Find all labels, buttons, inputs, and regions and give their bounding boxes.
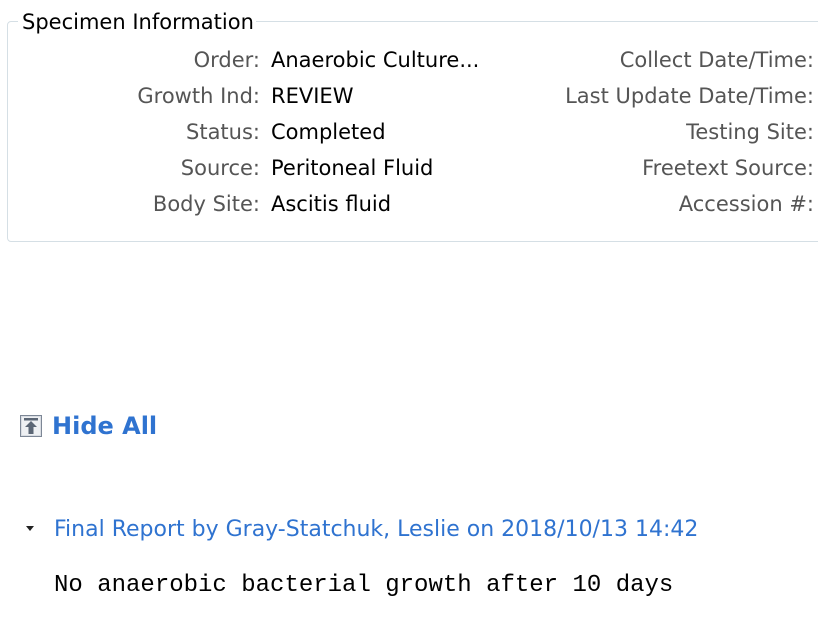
body-site-value: Ascitis fluid <box>271 192 392 216</box>
final-report-title[interactable]: Final Report by Gray-Statchuk, Leslie on… <box>54 516 698 544</box>
final-report-header[interactable]: Final Report by Gray-Statchuk, Leslie on… <box>24 516 698 544</box>
source-label: Source: <box>180 156 260 180</box>
page: Specimen Information Order: Anaerobic Cu… <box>0 0 818 634</box>
report-body-text: No anaerobic bacterial growth after 10 d… <box>54 572 674 599</box>
growth-ind-value: REVIEW <box>271 84 354 108</box>
last-update-date-time-label: Last Update Date/Time: <box>565 84 814 108</box>
specimen-info-title: Specimen Information <box>18 9 256 35</box>
source-value: Peritoneal Fluid <box>271 156 434 180</box>
hide-all-button[interactable]: Hide All <box>20 412 157 440</box>
collapse-up-arrow-icon <box>20 415 42 437</box>
order-value: Anaerobic Culture... <box>271 48 480 72</box>
order-label: Order: <box>193 48 260 72</box>
status-value: Completed <box>271 120 386 144</box>
body-site-label: Body Site: <box>152 192 260 216</box>
accession-number-label: Accession #: <box>678 192 814 216</box>
testing-site-label: Testing Site: <box>686 120 814 144</box>
collect-date-time-label: Collect Date/Time: <box>619 48 814 72</box>
triangle-down-icon[interactable] <box>24 520 36 532</box>
freetext-source-label: Freetext Source: <box>642 156 814 180</box>
hide-all-label: Hide All <box>52 412 158 440</box>
growth-ind-label: Growth Ind: <box>137 84 260 108</box>
status-label: Status: <box>186 120 260 144</box>
